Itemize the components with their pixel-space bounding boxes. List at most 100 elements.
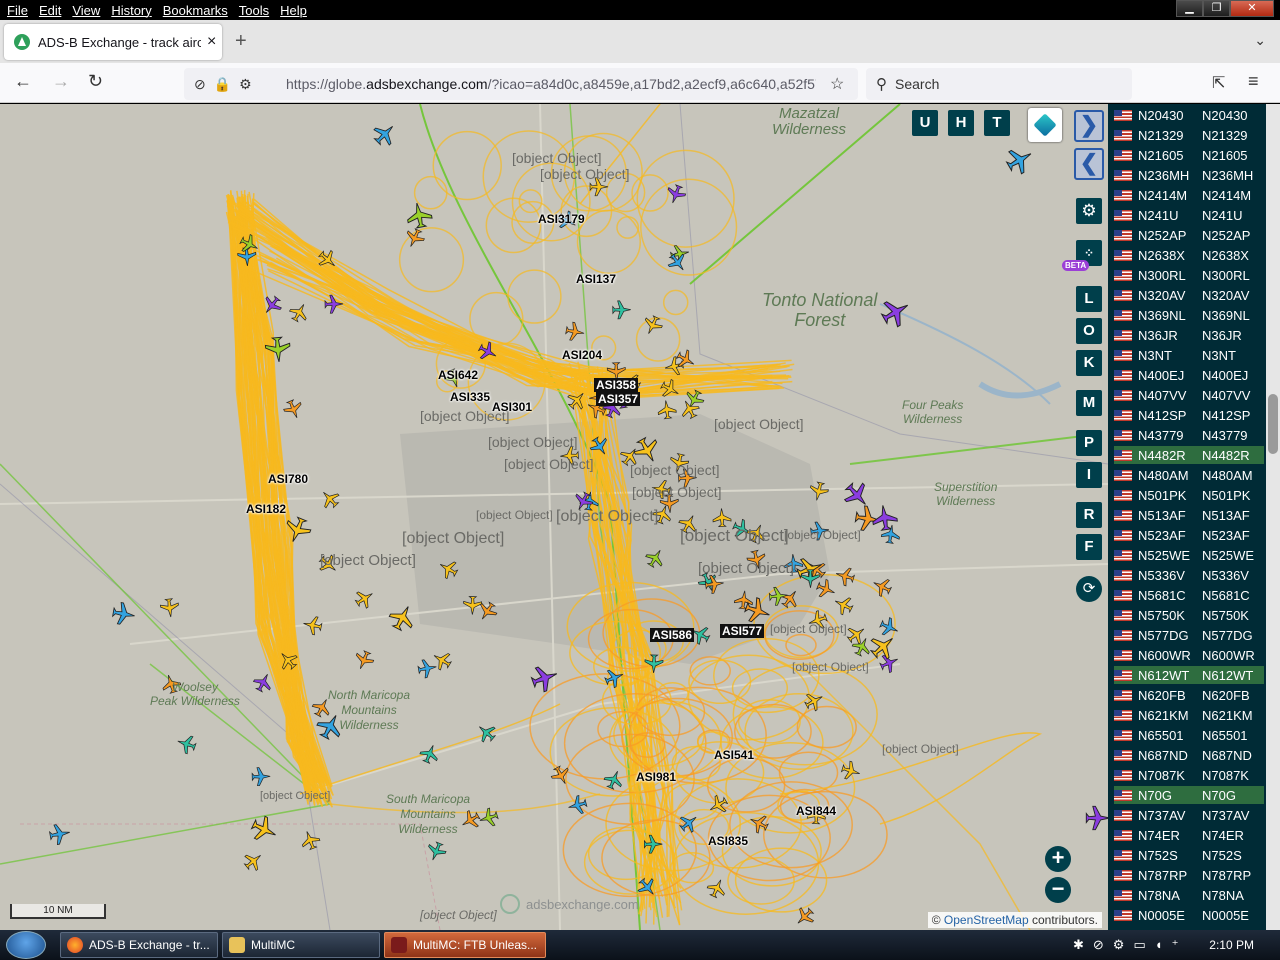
aircraft-icon[interactable] bbox=[706, 793, 731, 818]
taskbar-item-multimc-ftb[interactable]: MultiMC: FTB Unleas... bbox=[384, 932, 546, 958]
aircraft-icon[interactable] bbox=[282, 398, 306, 422]
toggle-t-button[interactable]: T bbox=[984, 110, 1010, 136]
aircraft-icon[interactable] bbox=[871, 504, 899, 532]
aircraft-icon[interactable] bbox=[287, 300, 312, 325]
aircraft-list-row[interactable]: N0005E N0005E bbox=[1114, 906, 1264, 924]
aircraft-label[interactable]: ASI204 bbox=[562, 348, 602, 362]
aircraft-list-row[interactable]: N241U N241U bbox=[1114, 206, 1264, 224]
aircraft-list-row[interactable]: N5681C N5681C bbox=[1114, 586, 1264, 604]
aircraft-list-row[interactable]: N501PK N501PK bbox=[1114, 486, 1264, 504]
aircraft-list-row[interactable]: N36JR N36JR bbox=[1114, 326, 1264, 344]
aircraft-list-row[interactable]: N43779 N43779 bbox=[1114, 426, 1264, 444]
aircraft-list-row[interactable]: N3NT N3NT bbox=[1114, 346, 1264, 364]
aircraft-list-row[interactable]: N4482R N4482R bbox=[1114, 446, 1264, 464]
aircraft-list-row[interactable]: N7087K N7087K bbox=[1114, 766, 1264, 784]
aircraft-icon[interactable] bbox=[878, 651, 902, 675]
aircraft-list-row[interactable]: N74ER N74ER bbox=[1114, 826, 1264, 844]
aircraft-icon[interactable] bbox=[802, 689, 826, 713]
toggle-p-button[interactable]: P bbox=[1076, 430, 1102, 456]
aircraft-icon[interactable] bbox=[705, 876, 729, 900]
aircraft-label[interactable]: ASI137 bbox=[576, 272, 616, 286]
aircraft-label[interactable]: ASI780 bbox=[268, 472, 308, 486]
aircraft-icon[interactable] bbox=[840, 478, 874, 512]
aircraft-icon[interactable] bbox=[778, 586, 803, 611]
aircraft-label[interactable]: ASI541 bbox=[714, 748, 754, 762]
aircraft-list-row[interactable]: N687ND N687ND bbox=[1114, 746, 1264, 764]
aircraft-list-row[interactable]: N65501 N65501 bbox=[1114, 726, 1264, 744]
aircraft-icon[interactable] bbox=[159, 598, 180, 618]
aircraft-icon[interactable] bbox=[237, 247, 257, 266]
aircraft-icon[interactable] bbox=[602, 768, 626, 792]
next-panel-button[interactable]: ❯ bbox=[1074, 110, 1104, 142]
aircraft-list-row[interactable]: N300RL N300RL bbox=[1114, 266, 1264, 284]
aircraft-list-row[interactable]: N20430 N20430 bbox=[1114, 106, 1264, 124]
map-view[interactable]: [object Object] [object Object] [object … bbox=[0, 104, 1108, 930]
aircraft-icon[interactable] bbox=[878, 294, 915, 331]
aircraft-list-row[interactable]: N523AF N523AF bbox=[1114, 526, 1264, 544]
aircraft-icon[interactable] bbox=[612, 300, 631, 320]
aircraft-icon[interactable] bbox=[643, 834, 663, 854]
aircraft-icon[interactable] bbox=[664, 183, 687, 206]
aircraft-icon[interactable] bbox=[49, 823, 72, 846]
aircraft-icon[interactable] bbox=[549, 764, 573, 788]
aircraft-icon[interactable] bbox=[870, 575, 894, 599]
url-text[interactable]: https://globe.adsbexchange.com/?icao=a84… bbox=[286, 76, 816, 92]
aircraft-list-row[interactable]: N5336V N5336V bbox=[1114, 566, 1264, 584]
aircraft-icon[interactable] bbox=[417, 658, 438, 679]
list-scrollbar[interactable] bbox=[1266, 104, 1280, 930]
aircraft-icon[interactable] bbox=[640, 313, 664, 337]
aircraft-icon[interactable] bbox=[436, 557, 461, 582]
aircraft-label[interactable]: ASI844 bbox=[796, 804, 836, 818]
menu-edit[interactable]: Edit bbox=[35, 3, 65, 18]
aircraft-list-row[interactable]: N407VV N407VV bbox=[1114, 386, 1264, 404]
clock[interactable]: 2:10 PM bbox=[1209, 938, 1254, 952]
aircraft-icon[interactable] bbox=[251, 670, 275, 694]
aircraft-list-row[interactable]: N600WR N600WR bbox=[1114, 646, 1264, 664]
toggle-i-button[interactable]: I bbox=[1076, 462, 1102, 488]
menu-tools[interactable]: Tools bbox=[235, 3, 273, 18]
toggle-k-button[interactable]: K bbox=[1076, 350, 1102, 376]
aircraft-icon[interactable] bbox=[424, 840, 447, 863]
close-window-button[interactable]: ✕ bbox=[1230, 0, 1274, 17]
tray-icons[interactable]: ✱⊘⚙▭◖⁺ bbox=[1073, 937, 1187, 953]
aircraft-icon[interactable] bbox=[282, 515, 314, 547]
aircraft-list-row[interactable]: N620FB N620FB bbox=[1114, 686, 1264, 704]
aircraft-label[interactable]: ASI357 bbox=[596, 392, 641, 406]
aircraft-label[interactable]: ASI301 bbox=[492, 400, 532, 414]
aircraft-label[interactable]: ASI358 bbox=[594, 378, 639, 392]
aircraft-list-row[interactable]: N236MH N236MH bbox=[1114, 166, 1264, 184]
aircraft-list-row[interactable]: N369NL N369NL bbox=[1114, 306, 1264, 324]
menu-help[interactable]: Help bbox=[276, 3, 311, 18]
aircraft-list-row[interactable]: N752S N752S bbox=[1114, 846, 1264, 864]
aircraft-icon[interactable] bbox=[603, 666, 626, 689]
aircraft-icon[interactable] bbox=[814, 578, 838, 602]
menu-file[interactable]: File bbox=[3, 3, 32, 18]
aircraft-icon[interactable] bbox=[386, 601, 419, 634]
aircraft-icon[interactable] bbox=[674, 347, 699, 372]
aircraft-icon[interactable] bbox=[418, 742, 441, 765]
aircraft-icon[interactable] bbox=[324, 294, 344, 314]
aircraft-icon[interactable] bbox=[111, 601, 136, 626]
aircraft-icon[interactable] bbox=[840, 760, 863, 783]
toggle-o-button[interactable]: O bbox=[1076, 318, 1102, 344]
menu-view[interactable]: View bbox=[68, 3, 104, 18]
aircraft-list-row[interactable]: N21329 N21329 bbox=[1114, 126, 1264, 144]
layers-button[interactable] bbox=[1028, 108, 1062, 142]
site-permissions-icon[interactable]: ⊘🔒⚙ bbox=[194, 76, 286, 93]
bookmark-star-icon[interactable]: ☆ bbox=[830, 74, 844, 94]
aircraft-list-row[interactable]: N612WT N612WT bbox=[1114, 666, 1264, 684]
aircraft-label[interactable]: ASI586 bbox=[650, 628, 695, 642]
aircraft-icon[interactable] bbox=[477, 807, 500, 830]
toggle-f-button[interactable]: F bbox=[1076, 534, 1102, 560]
aircraft-icon[interactable] bbox=[241, 848, 266, 873]
aircraft-label[interactable]: ASI577 bbox=[720, 624, 765, 638]
aircraft-list-row[interactable]: N621KM N621KM bbox=[1114, 706, 1264, 724]
aircraft-icon[interactable] bbox=[352, 649, 376, 673]
osm-link[interactable]: OpenStreetMap bbox=[944, 913, 1029, 927]
zoom-out-button[interactable]: − bbox=[1045, 877, 1071, 903]
aircraft-icon[interactable] bbox=[298, 828, 321, 851]
aircraft-label[interactable]: ASI642 bbox=[438, 368, 478, 382]
aircraft-list-row[interactable]: N737AV N737AV bbox=[1114, 806, 1264, 824]
aircraft-icon[interactable] bbox=[844, 622, 869, 647]
aircraft-icon[interactable] bbox=[251, 767, 271, 787]
